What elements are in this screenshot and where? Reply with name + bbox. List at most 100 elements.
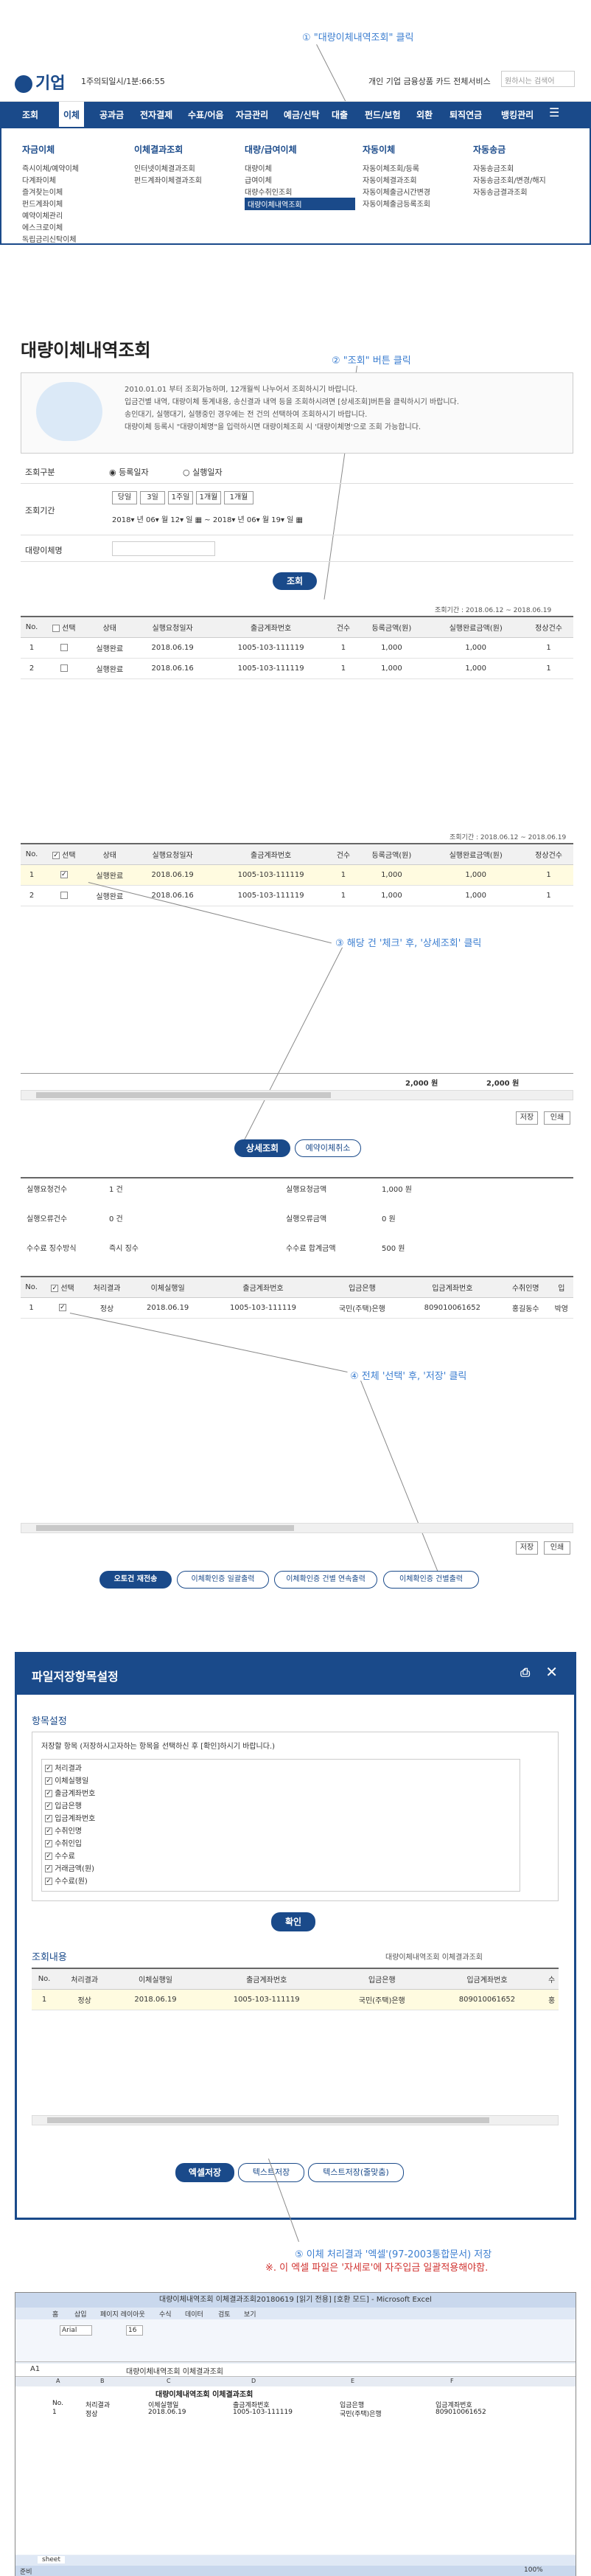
mega-item[interactable]: 독립금리신탁이체	[22, 233, 77, 244]
search-input[interactable]: 원하시는 검색어	[501, 71, 575, 87]
font-select[interactable]: Arial	[60, 2325, 93, 2336]
field-checkbox[interactable]: 입금은행	[45, 1800, 517, 1813]
gnb-item[interactable]: 외환	[416, 108, 433, 121]
excel-title-cell[interactable]: 대량이체내역조회 이체결과조회	[155, 2388, 253, 2399]
quick-3day-button[interactable]: 3일	[140, 491, 165, 504]
from-month[interactable]: 06	[146, 516, 155, 524]
field-checkbox[interactable]: 처리결과	[45, 1763, 517, 1775]
horizontal-scrollbar[interactable]	[21, 1523, 573, 1533]
formula-input[interactable]: 대량이체내역조회 이체결과조회	[126, 2365, 223, 2376]
col-letter[interactable]: E	[351, 2378, 354, 2384]
save-button[interactable]: 저장	[516, 1111, 538, 1125]
radio-registered[interactable]: ◉ 등록일자	[109, 466, 149, 478]
cell-reference[interactable]: A1	[30, 2365, 40, 2373]
quick-1month-button[interactable]: 1개월	[196, 491, 221, 504]
ribbon-tab[interactable]: 데이터	[185, 2309, 203, 2319]
mega-item[interactable]: 인터넷이체결과조회	[134, 162, 195, 173]
table-row[interactable]: 2 실행완료 2018.06.16 1005-103-111119 1 1,000 1,00…	[21, 658, 573, 679]
ribbon-tab[interactable]: 보기	[244, 2309, 256, 2319]
gnb-item[interactable]: 전자결제	[140, 108, 172, 121]
mega-item[interactable]: 즐겨찾는이체	[22, 186, 63, 197]
fontsize-select[interactable]: 16	[126, 2325, 144, 2336]
excel-cell[interactable]: 2018.06.19	[148, 2409, 186, 2416]
horizontal-scrollbar[interactable]	[32, 2115, 559, 2125]
mega-item[interactable]: 펀드계좌이체	[22, 198, 63, 209]
row-checkbox[interactable]	[58, 1303, 66, 1311]
mega-item[interactable]: 자동송금조회	[473, 162, 514, 173]
logo[interactable]: 기업	[15, 70, 65, 94]
quick-1week-button[interactable]: 1주일	[168, 491, 193, 504]
field-checkbox[interactable]: 입금계좌번호	[45, 1813, 517, 1825]
table-row[interactable]: 1 실행완료 2018.06.19 1005-103-111119 1 1,000 1,00…	[21, 637, 573, 659]
table-row[interactable]: 1정상2018.06.191005-103-111119국민(주택)은행8090…	[32, 1989, 559, 2010]
gnb-item-active[interactable]: 이체	[59, 102, 85, 127]
mega-item[interactable]: 자동이체결과조회	[363, 174, 417, 185]
scroll-thumb[interactable]	[47, 2117, 489, 2123]
mega-item[interactable]: 대량이체	[245, 162, 272, 173]
ribbon-tab[interactable]: 페이지 레이아웃	[100, 2309, 145, 2319]
excel-grid[interactable]: A B C D E F 대량이체내역조회 이체결과조회 No. 처리결과 이체실…	[15, 2378, 576, 2555]
table-row[interactable]: 1정상2018.06.191005-103-111119국민(주택)은행8090…	[21, 1297, 573, 1319]
excel-cell[interactable]: 정상	[85, 2409, 98, 2418]
gnb-item[interactable]: 공과금	[99, 108, 124, 121]
excel-cell[interactable]: No.	[52, 2400, 63, 2407]
gnb-item[interactable]: 뱅킹관리	[501, 108, 534, 121]
col-letter[interactable]: D	[251, 2378, 256, 2384]
gnb-item[interactable]: 자금관리	[236, 108, 268, 121]
from-year[interactable]: 2018	[112, 516, 130, 524]
batch-print-button[interactable]: 이체확인증 일괄출력	[177, 1571, 269, 1589]
scroll-thumb[interactable]	[36, 1092, 331, 1098]
gnb-item[interactable]: 수표/어음	[188, 108, 224, 121]
field-checkbox[interactable]: 이체실행일	[45, 1775, 517, 1788]
field-checkbox[interactable]: 수수료	[45, 1850, 517, 1863]
field-list[interactable]: 처리결과 이체실행일 출금계좌번호 입금은행 입금계좌번호 수취인명 수취인입 …	[41, 1759, 520, 1892]
mega-item[interactable]: 급여이체	[245, 174, 272, 185]
excel-cell[interactable]: 1	[52, 2409, 57, 2416]
mega-item[interactable]: 자동이체출금등록조회	[363, 198, 430, 209]
col-letter[interactable]: C	[167, 2378, 171, 2384]
row-checkbox[interactable]	[60, 891, 68, 899]
resend-button[interactable]: 오토건 재전송	[99, 1571, 172, 1589]
row-checkbox[interactable]	[60, 643, 68, 651]
table-row-selected[interactable]: 1실행완료2018.06.191005-103-11111911,0001,00…	[21, 864, 573, 886]
ribbon-tab[interactable]: 수식	[159, 2309, 172, 2319]
select-all-checkbox[interactable]	[52, 851, 60, 859]
zoom-level[interactable]: 100%	[524, 2566, 543, 2574]
mega-item[interactable]: 에스크로이체	[22, 221, 63, 232]
mega-item[interactable]: 자동이체출금시간변경	[363, 186, 430, 197]
detail-print-button[interactable]: 인쇄	[544, 1541, 570, 1555]
sheet-tab[interactable]: sheet	[38, 2556, 65, 2563]
gnb-item[interactable]: 조회	[22, 108, 38, 121]
ribbon-tab[interactable]: 검토	[218, 2309, 231, 2319]
select-all-checkbox[interactable]	[51, 1284, 59, 1292]
gnb-item[interactable]: 예금/신탁	[284, 108, 320, 121]
select-all-checkbox[interactable]	[52, 624, 60, 632]
ribbon-tab[interactable]: 홈	[52, 2309, 58, 2319]
calendar-icon[interactable]: ▦	[296, 516, 303, 524]
mega-item[interactable]: 즉시이체/예약이체	[22, 162, 79, 173]
to-month[interactable]: 06	[247, 516, 256, 524]
text-aligned-save-button[interactable]: 텍스트저장(줄맞춤)	[308, 2163, 404, 2182]
field-checkbox[interactable]: 수수료(원)	[45, 1875, 517, 1888]
search-button[interactable]: 조회	[273, 572, 317, 590]
detail-button[interactable]: 상세조회	[234, 1139, 290, 1157]
row-checkbox[interactable]	[60, 870, 68, 878]
excel-cell[interactable]: 1005-103-111119	[233, 2409, 293, 2416]
from-day[interactable]: 12	[170, 516, 180, 524]
gnb-item[interactable]: 펀드/보험	[365, 108, 401, 121]
calendar-icon[interactable]: ▦	[195, 516, 202, 524]
table-row[interactable]: 2 실행완료 2018.06.16 1005-103-111119 1 1,000 1,00…	[21, 885, 573, 906]
quick-month-button[interactable]: 1개월	[224, 491, 253, 504]
col-letter[interactable]: A	[56, 2378, 60, 2384]
radio-executed[interactable]: ○ 실행일자	[183, 466, 223, 478]
confirm-button[interactable]: 확인	[271, 1912, 315, 1931]
menu-icon[interactable]: ☰	[549, 105, 559, 119]
excel-cell[interactable]: 국민(주택)은행	[340, 2409, 382, 2418]
col-letter[interactable]: F	[450, 2378, 454, 2384]
mega-item[interactable]: 다계좌이체	[22, 174, 56, 185]
close-icon[interactable]: ✕	[545, 1663, 558, 1681]
row-checkbox[interactable]	[60, 664, 68, 672]
bulk-name-input[interactable]	[112, 541, 215, 556]
excel-save-button[interactable]: 엑셀저장	[175, 2163, 234, 2182]
top-links[interactable]: 개인 기업 금융상품 카드 전체서비스	[368, 75, 491, 87]
